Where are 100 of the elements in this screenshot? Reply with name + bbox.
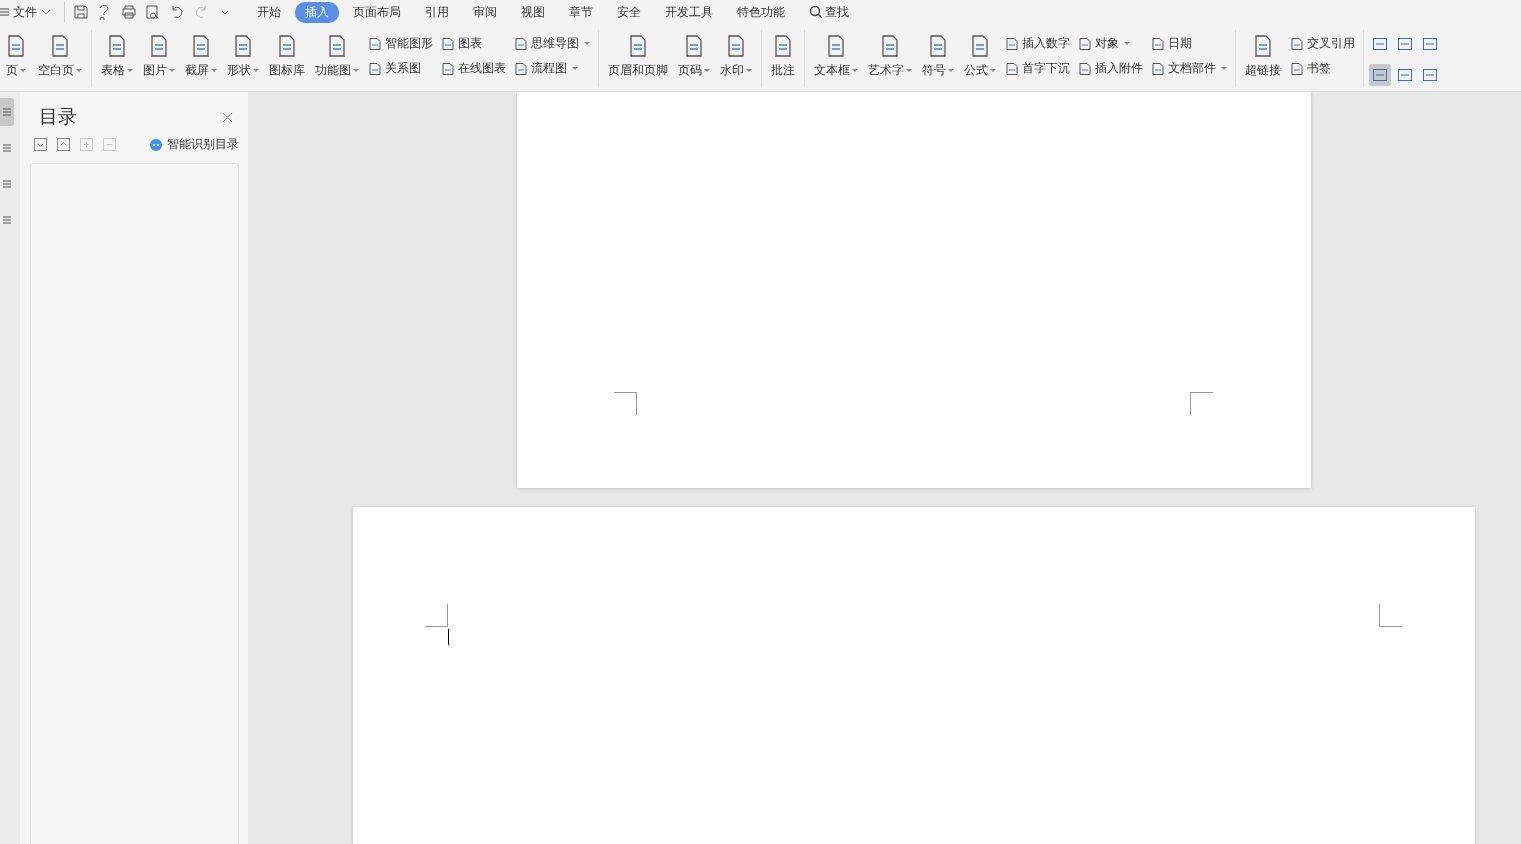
ribbon-button[interactable]: 批注 <box>767 32 799 81</box>
ribbon-button[interactable]: 插入数字 <box>1002 34 1073 53</box>
margin-mark <box>1379 604 1402 627</box>
panel-title: 目录 <box>39 105 77 129</box>
ribbon-button[interactable]: 文本框 <box>810 32 862 81</box>
frame-icon <box>1422 67 1438 83</box>
button-label: 表格 <box>101 62 133 79</box>
document-icon <box>1290 36 1304 51</box>
ribbon-tab[interactable]: 安全 <box>607 1 651 23</box>
list-icon <box>1 142 13 154</box>
document-icon <box>1005 61 1019 76</box>
ribbon-tab[interactable]: 开始 <box>247 1 291 23</box>
ribbon-button[interactable]: 首字下沉 <box>1002 59 1073 78</box>
button-label: 对象 <box>1095 35 1119 52</box>
ribbon-button[interactable]: 书签 <box>1287 59 1358 78</box>
ribbon-button[interactable]: 功能图 <box>311 32 363 81</box>
button-label: 截屏 <box>185 62 217 79</box>
button-label: 关系图 <box>385 60 421 77</box>
document-icon <box>514 36 528 51</box>
robot-icon <box>149 137 163 152</box>
close-icon[interactable] <box>222 111 233 123</box>
ribbon-button[interactable]: 插入附件 <box>1075 59 1146 78</box>
button-label: 空白页 <box>38 62 82 79</box>
frame-icon <box>1397 67 1413 83</box>
button-label: 在线图表 <box>458 60 506 77</box>
ribbon-button[interactable]: 艺术字 <box>864 32 916 81</box>
ribbon-tab[interactable]: 开发工具 <box>655 1 723 23</box>
ribbon-button[interactable]: 页码 <box>674 32 714 81</box>
frame-icon <box>1372 36 1388 52</box>
undo-icon[interactable] <box>169 4 185 20</box>
ribbon-button[interactable]: 图片 <box>139 32 179 81</box>
ribbon-tab[interactable]: 特色功能 <box>727 1 795 23</box>
document-icon <box>368 61 382 76</box>
frame-icon <box>1397 36 1413 52</box>
ribbon-button[interactable]: 在线图表 <box>438 59 509 78</box>
document-icon <box>441 61 455 76</box>
ribbon-button[interactable]: 交叉引用 <box>1287 34 1358 53</box>
button-label: 首字下沉 <box>1022 60 1070 77</box>
button-label: 流程图 <box>531 60 567 77</box>
ribbon-tab[interactable]: 引用 <box>415 1 459 23</box>
print-preview-icon[interactable] <box>145 4 161 20</box>
ribbon-button[interactable]: 文档部件 <box>1148 59 1230 78</box>
ribbon-tab[interactable]: 章节 <box>559 1 603 23</box>
ribbon-button[interactable]: 超链接 <box>1241 32 1285 81</box>
ribbon-tab[interactable]: 页面布局 <box>343 1 411 23</box>
margin-mark <box>425 604 448 627</box>
button-label: 交叉引用 <box>1307 35 1355 52</box>
chevron-down-icon[interactable] <box>34 138 47 151</box>
text-cursor <box>448 629 449 645</box>
frame-icon <box>1372 67 1388 83</box>
ribbon-button[interactable]: 智能图形 <box>365 34 436 53</box>
smart-toc-button[interactable]: 智能识别目录 <box>149 136 239 153</box>
ribbon-button[interactable]: 思维导图 <box>511 34 593 53</box>
button-label: 批注 <box>771 62 795 79</box>
button-label: 智能图形 <box>385 35 433 52</box>
button-label: 页 <box>6 62 26 79</box>
side-panel-button[interactable] <box>0 98 14 126</box>
button-label: 功能图 <box>315 62 359 79</box>
button-label: 插入附件 <box>1095 60 1143 77</box>
toolbar-icon-button[interactable] <box>1369 64 1391 86</box>
button-label: 形状 <box>227 62 259 79</box>
ribbon-button[interactable]: 页 <box>0 32 32 81</box>
document-icon <box>1151 36 1165 51</box>
search-button[interactable]: 查找 <box>809 3 849 21</box>
document-icon <box>1290 61 1304 76</box>
list-icon <box>1 106 13 118</box>
ribbon-button[interactable]: 图表 <box>438 34 509 53</box>
button-label: 页码 <box>678 62 710 79</box>
chevron-up-icon[interactable] <box>57 138 70 151</box>
ribbon-button[interactable]: 空白页 <box>34 32 86 81</box>
save-icon[interactable] <box>73 4 89 20</box>
print-icon[interactable] <box>121 4 137 20</box>
button-label: 图标库 <box>269 62 305 79</box>
ribbon-button[interactable]: 关系图 <box>365 59 436 78</box>
file-menu-label: 文件 <box>13 3 37 21</box>
ribbon-button[interactable]: 流程图 <box>511 59 593 78</box>
search-label: 查找 <box>825 3 849 21</box>
search-icon <box>809 5 823 19</box>
ribbon-button[interactable]: 水印 <box>716 32 756 81</box>
file-menu[interactable]: 文件 <box>0 3 56 21</box>
ribbon-button[interactable]: 日期 <box>1148 34 1230 53</box>
ribbon-button[interactable]: 图标库 <box>265 32 309 81</box>
button-label: 图表 <box>458 35 482 52</box>
document-icon <box>1078 36 1092 51</box>
ribbon-tab[interactable]: 视图 <box>511 1 555 23</box>
button-label: 图片 <box>143 62 175 79</box>
button-label: 书签 <box>1307 60 1331 77</box>
ribbon-tab[interactable]: 审阅 <box>463 1 507 23</box>
button-label: 公式 <box>964 62 996 79</box>
ribbon-button[interactable]: 截屏 <box>181 32 221 81</box>
ribbon-button[interactable]: 页眉和页脚 <box>604 32 672 81</box>
document-icon <box>1151 61 1165 76</box>
ribbon-button[interactable]: 表格 <box>97 32 137 81</box>
ribbon-button[interactable]: 公式 <box>960 32 1000 81</box>
frame-icon <box>1422 36 1438 52</box>
document-icon <box>441 36 455 51</box>
ribbon-button[interactable]: 对象 <box>1075 34 1146 53</box>
margin-mark <box>1190 392 1213 415</box>
ribbon-button[interactable]: 符号 <box>918 32 958 81</box>
ribbon-button[interactable]: 形状 <box>223 32 263 81</box>
